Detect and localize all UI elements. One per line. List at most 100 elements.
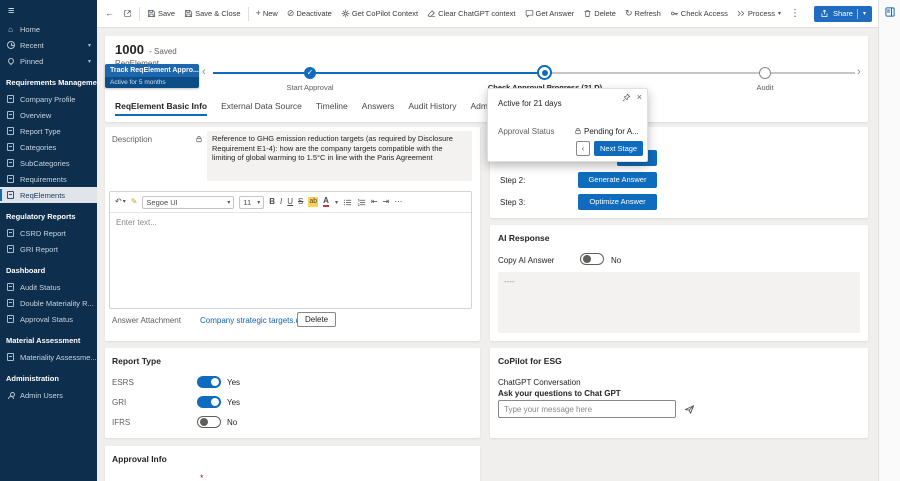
step-2-label: Step 2: — [500, 176, 526, 185]
bpf-scroll-left-icon[interactable]: ‹ — [202, 66, 206, 78]
italic-button[interactable]: I — [280, 197, 282, 207]
close-icon[interactable]: × — [637, 93, 642, 102]
more-formatting-button[interactable]: ⋯ — [394, 197, 402, 207]
sidebar-section-dashboard: Dashboard — [6, 266, 46, 275]
outdent-button[interactable]: ⇤ — [371, 197, 378, 207]
menu-icon[interactable]: ≡ — [0, 0, 97, 21]
process-flow-icon — [737, 10, 745, 17]
bullet-list-button[interactable] — [343, 198, 352, 207]
font-size-select[interactable]: 11 ▾ — [239, 195, 265, 209]
tab-external-data-source[interactable]: External Data Source — [221, 101, 302, 111]
tab-answers[interactable]: Answers — [362, 101, 395, 111]
ifrs-toggle[interactable] — [197, 416, 221, 428]
answer-text-input[interactable] — [110, 213, 471, 307]
sidebar-item-audit-status[interactable]: Audit Status — [0, 279, 97, 295]
share-button[interactable]: Share ▾ — [813, 5, 872, 22]
popout-button[interactable] — [121, 7, 134, 20]
bpf-stage-audit-dot[interactable] — [759, 67, 771, 79]
esrs-value: Yes — [227, 377, 241, 387]
refresh-button[interactable]: ↻ Refresh — [623, 7, 663, 20]
chevron-down-icon: ▾ — [87, 42, 91, 49]
highlight-button[interactable]: ab — [308, 197, 319, 207]
sidebar-item-requirements[interactable]: Requirements — [0, 171, 97, 187]
active-bpf-badge[interactable]: Track ReqElement Appro... Active for 5 m… — [105, 64, 199, 88]
sidebar-item-reqelements[interactable]: ReqElements — [0, 187, 97, 203]
sidebar-item-approval-status[interactable]: Approval Status — [0, 311, 97, 327]
back-icon: ← — [105, 8, 114, 18]
sidebar-item-overview[interactable]: Overview — [0, 107, 97, 123]
generate-answer-button[interactable]: Generate Answer — [578, 172, 657, 188]
strikethrough-button[interactable]: S — [298, 197, 303, 207]
check-icon: ✓ — [306, 68, 314, 77]
side-pane-icon[interactable] — [884, 6, 896, 18]
csrd-report-icon — [7, 229, 14, 237]
refresh-icon: ↻ — [624, 8, 633, 18]
save-button[interactable]: Save — [145, 7, 177, 20]
pin-icon[interactable] — [622, 93, 631, 102]
sidebar-item-categories[interactable]: Categories — [0, 139, 97, 155]
delete-button[interactable]: Delete — [581, 7, 618, 20]
report-type-section: Report Type ESRS Yes GRI Yes IFRS No — [105, 348, 480, 438]
get-answer-button[interactable]: Get Answer — [523, 7, 577, 20]
sidebar-item-subcategories[interactable]: SubCategories — [0, 155, 97, 171]
next-stage-button[interactable]: Next Stage — [594, 141, 644, 156]
bold-button[interactable]: B — [269, 197, 275, 207]
back-button[interactable]: ← — [103, 7, 116, 20]
tab-timeline[interactable]: Timeline — [316, 101, 348, 111]
bpf-stage-check-approval-dot[interactable] — [537, 65, 552, 80]
send-icon[interactable] — [684, 404, 695, 415]
esrs-toggle[interactable] — [197, 376, 221, 388]
chatgpt-conversation-label: ChatGPT Conversation — [498, 378, 581, 387]
sidebar-item-gri-report[interactable]: GRI Report — [0, 241, 97, 257]
attachment-delete-button[interactable]: Delete — [297, 312, 337, 327]
tab-audit-history[interactable]: Audit History — [408, 101, 456, 111]
sidebar-item-csrd-report[interactable]: CSRD Report — [0, 225, 97, 241]
undo-button[interactable]: ↶ ▾ — [115, 197, 126, 207]
indent-button[interactable]: ⇥ — [383, 197, 390, 207]
indent-icon: ⇥ — [382, 197, 390, 206]
gri-toggle[interactable] — [197, 396, 221, 408]
check-access-button[interactable]: Check Access — [668, 7, 730, 20]
sidebar-item-materiality-assessment[interactable]: Materiality Assessme... — [0, 349, 97, 365]
tab-reqelement-basic-info[interactable]: ReqElement Basic Info — [115, 101, 208, 116]
bpf-stage-audit-label[interactable]: Audit — [756, 83, 773, 92]
main-area: ← Save Save & Close + New ⊘ Deactivate G… — [97, 0, 878, 481]
sidebar-item-pinned[interactable]: Pinned ▾ — [0, 53, 97, 69]
sidebar-item-company-profile[interactable]: Company Profile — [0, 91, 97, 107]
previous-stage-button[interactable]: ‹ — [576, 141, 590, 156]
copy-ai-answer-toggle[interactable] — [580, 253, 604, 265]
attachment-file-link[interactable]: Company strategic targets.docx — [200, 316, 313, 325]
categories-icon — [7, 143, 14, 151]
numbered-list-icon — [357, 198, 366, 206]
underline-button[interactable]: U — [287, 197, 293, 207]
font-family-select[interactable]: Segoe UI ▾ — [142, 195, 235, 209]
bpf-stage-start-approval-label[interactable]: Start Approval — [286, 83, 333, 92]
new-button[interactable]: + New — [254, 7, 280, 20]
format-painter-button[interactable]: ✎ — [131, 197, 138, 207]
sidebar-section-material-assessment: Material Assessment — [6, 336, 81, 345]
sidebar-item-recent[interactable]: Recent ▾ — [0, 37, 97, 53]
more-commands-button[interactable]: ⋮ — [788, 7, 802, 20]
optimize-answer-button[interactable]: Optimize Answer — [578, 194, 657, 210]
bpf-stage-start-approval-dot[interactable]: ✓ — [304, 67, 316, 79]
bpf-scroll-right-icon[interactable]: › — [857, 66, 861, 78]
app-sidebar: ≡ ⌂ Home Recent ▾ Pinned ▾ Requirements … — [0, 0, 97, 481]
pinned-icon — [6, 56, 15, 66]
sidebar-item-double-materiality[interactable]: Double Materiality R... — [0, 295, 97, 311]
more-vertical-icon: ⋮ — [790, 8, 801, 19]
numbered-list-button[interactable] — [357, 198, 366, 207]
process-button[interactable]: Process ▾ — [735, 7, 783, 20]
step-3-label: Step 3: — [500, 198, 526, 207]
get-copilot-context-button[interactable]: Get CoPilot Context — [339, 7, 420, 20]
clear-chatgpt-context-button[interactable]: Clear ChatGPT context — [425, 7, 517, 20]
font-color-button[interactable]: A — [323, 197, 329, 207]
gri-report-icon — [7, 245, 14, 253]
recent-icon — [6, 41, 15, 49]
sidebar-item-admin-users[interactable]: Admin Users — [0, 387, 97, 403]
save-and-close-button[interactable]: Save & Close — [182, 7, 242, 20]
chatgpt-message-input[interactable] — [498, 400, 676, 418]
deactivate-button[interactable]: ⊘ Deactivate — [285, 7, 334, 20]
sidebar-section-administration: Administration — [6, 374, 59, 383]
sidebar-item-home[interactable]: ⌂ Home — [0, 21, 97, 37]
sidebar-item-report-type[interactable]: Report Type — [0, 123, 97, 139]
